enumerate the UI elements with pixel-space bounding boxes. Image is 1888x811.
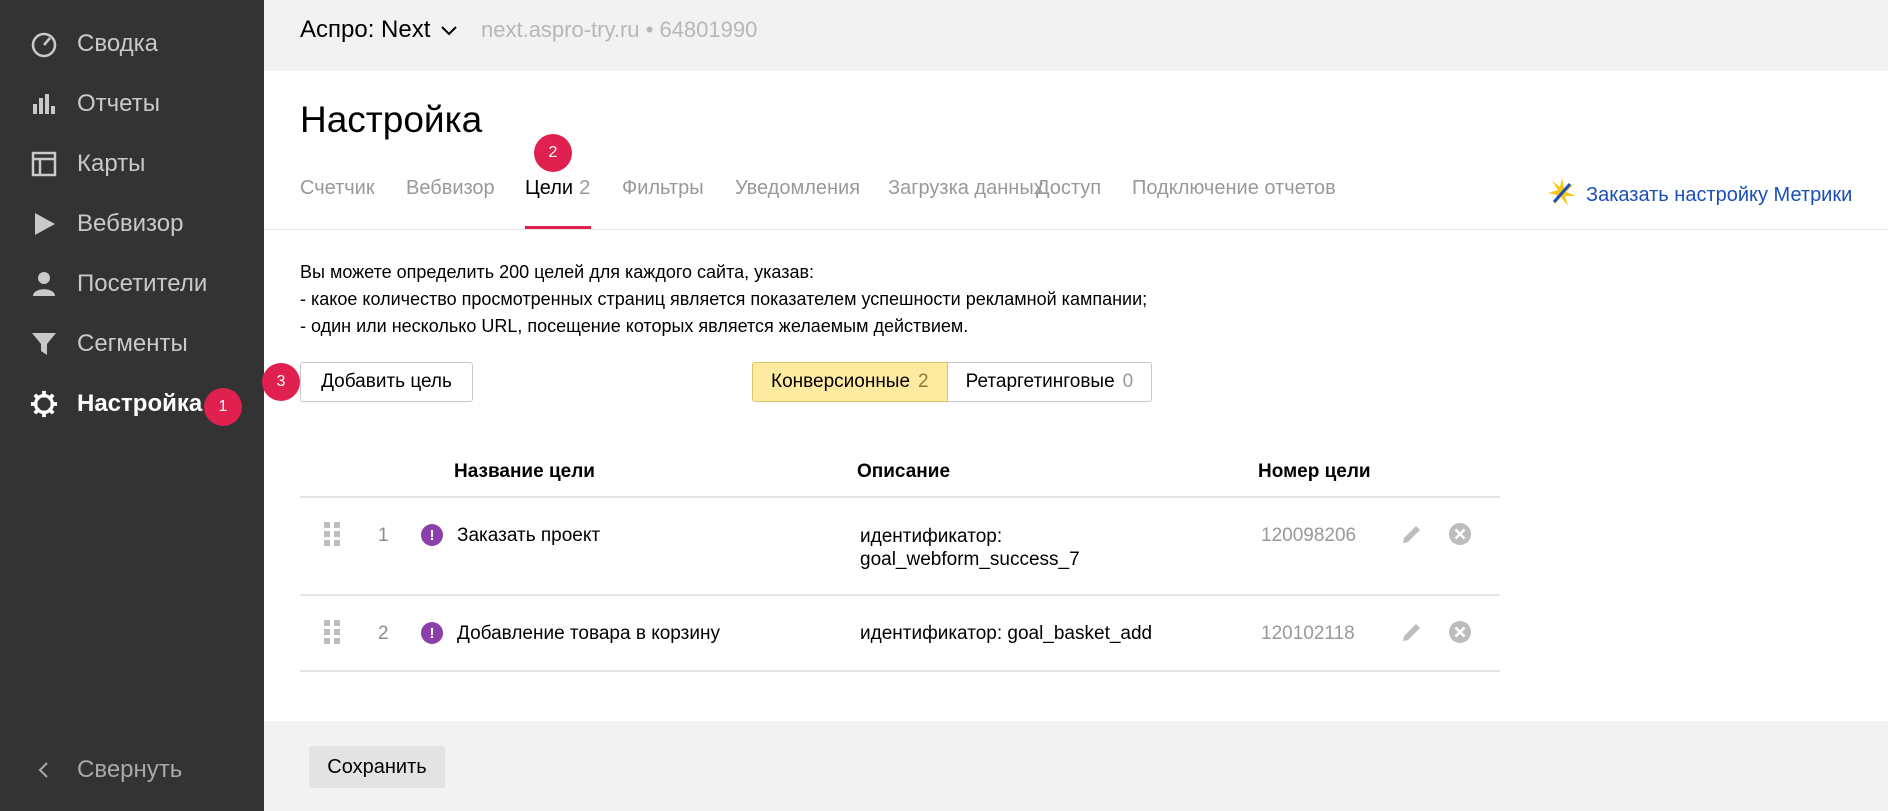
goal-description: идентификатор: goal_webform_success_7 — [860, 525, 1080, 571]
tab-goals-label: Цели — [525, 177, 574, 199]
save-button[interactable]: Сохранить — [309, 746, 445, 788]
gauge-icon — [30, 30, 58, 58]
site-info: next.aspro-try.ru • 64801990 — [481, 17, 758, 42]
row-divider — [300, 670, 1500, 672]
funnel-icon — [30, 330, 58, 358]
chevron-down-icon — [440, 16, 458, 44]
goal-description-line: goal_webform_success_7 — [860, 549, 1080, 570]
tabs-divider — [264, 229, 1888, 230]
play-icon — [30, 210, 58, 238]
tab-goals[interactable]: Цели 2 — [525, 177, 590, 200]
goal-description: идентификатор: goal_basket_add — [860, 623, 1153, 644]
sidebar-item-segments[interactable]: Сегменты — [0, 314, 264, 374]
column-header-name: Название цели — [454, 461, 595, 482]
tab-webvisor[interactable]: Вебвизор — [406, 177, 495, 200]
bar-chart-icon — [30, 90, 58, 118]
sidebar-item-webvisor[interactable]: Вебвизор — [0, 194, 264, 254]
goals-info: Вы можете определить 200 целей для каждо… — [300, 259, 1147, 340]
order-setup-label: Заказать настройку Метрики — [1586, 183, 1853, 206]
sidebar-item-label: Посетители — [77, 270, 208, 297]
top-bar: Аспро: Next next.aspro-try.ru • 64801990 — [264, 0, 1888, 71]
row-index: 2 — [378, 623, 389, 644]
segment-count: 2 — [918, 371, 929, 392]
tab-data-upload[interactable]: Загрузка данных — [888, 177, 1044, 200]
table-row: 2 ! Добавление товара в корзину идентифи… — [300, 596, 1500, 670]
goal-description-line: идентификатор: — [860, 526, 1003, 547]
sidebar-item-visitors[interactable]: Посетители — [0, 254, 264, 314]
goal-number: 120098206 — [1261, 525, 1357, 546]
goal-name: Заказать проект — [457, 525, 601, 546]
warning-icon: ! — [421, 622, 443, 644]
tab-goals-count: 2 — [579, 177, 591, 199]
drag-handle-icon[interactable] — [324, 620, 340, 650]
sidebar-collapse[interactable]: Свернуть — [0, 740, 264, 800]
sidebar-item-label: Сегменты — [77, 330, 188, 357]
info-line: Вы можете определить 200 целей для каждо… — [300, 262, 815, 282]
sidebar: Сводка Отчеты Карты Вебвизор Посетители … — [0, 0, 264, 811]
chevron-left-icon — [30, 756, 58, 784]
project-name: Аспро: Next — [300, 16, 431, 43]
column-header-number: Номер цели — [1258, 461, 1371, 482]
page-title: Настройка — [300, 99, 483, 140]
warning-icon: ! — [421, 524, 443, 546]
segment-label: Конверсионные — [771, 371, 911, 392]
sidebar-item-label: Вебвизор — [77, 210, 184, 237]
goal-number: 120102118 — [1261, 623, 1355, 644]
layout-icon — [30, 150, 58, 178]
delete-icon[interactable] — [1448, 620, 1472, 650]
drag-handle-icon[interactable] — [324, 522, 340, 552]
step-badge-2: 2 — [534, 134, 572, 172]
person-icon — [30, 270, 58, 298]
sidebar-item-maps[interactable]: Карты — [0, 134, 264, 194]
sidebar-collapse-label: Свернуть — [77, 756, 183, 783]
segment-retargeting[interactable]: Ретаргетинговые 0 — [947, 362, 1153, 402]
goal-name: Добавление товара в корзину — [457, 623, 720, 644]
sidebar-item-label: Сводка — [77, 30, 159, 57]
gear-icon — [30, 390, 58, 418]
sidebar-item-reports[interactable]: Отчеты — [0, 74, 264, 134]
project-selector[interactable]: Аспро: Next — [300, 16, 458, 44]
segment-conversion[interactable]: Конверсионные 2 — [752, 362, 948, 402]
tab-counter[interactable]: Счетчик — [300, 177, 375, 200]
tab-filters[interactable]: Фильтры — [622, 177, 704, 200]
order-setup-link[interactable]: Заказать настройку Метрики — [1546, 176, 1852, 214]
info-line: - какое количество просмотренных страниц… — [300, 289, 1148, 309]
table-row: 1 ! Заказать проект идентификатор: goal_… — [300, 498, 1500, 594]
sidebar-item-label: Карты — [77, 150, 146, 177]
tab-access[interactable]: Доступ — [1036, 177, 1101, 200]
sidebar-item-summary[interactable]: Сводка — [0, 14, 264, 74]
sidebar-item-label: Настройка — [77, 390, 203, 417]
segment-label: Ретаргетинговые — [965, 371, 1115, 392]
column-header-description: Описание — [857, 461, 951, 482]
add-goal-button[interactable]: Добавить цель — [300, 362, 473, 402]
footer: Сохранить — [264, 721, 1888, 811]
row-index: 1 — [378, 525, 389, 546]
tab-report-connection[interactable]: Подключение отчетов — [1132, 177, 1336, 200]
main-content: Настройка 2 Счетчик Вебвизор Цели 2 Фильт… — [262, 71, 1888, 721]
step-badge-1: 1 — [204, 388, 242, 426]
goal-type-switcher: Конверсионные 2 Ретаргетинговые 0 — [752, 362, 1153, 402]
delete-icon[interactable] — [1448, 522, 1472, 552]
tab-notifications[interactable]: Уведомления — [735, 177, 860, 200]
edit-icon[interactable] — [1400, 620, 1424, 650]
sidebar-item-label: Отчеты — [77, 90, 160, 117]
info-line: - один или несколько URL, посещение кото… — [300, 316, 969, 336]
segment-count: 0 — [1122, 371, 1134, 392]
sparkle-icon — [1546, 176, 1578, 214]
step-badge-3: 3 — [262, 363, 300, 401]
edit-icon[interactable] — [1400, 522, 1424, 552]
